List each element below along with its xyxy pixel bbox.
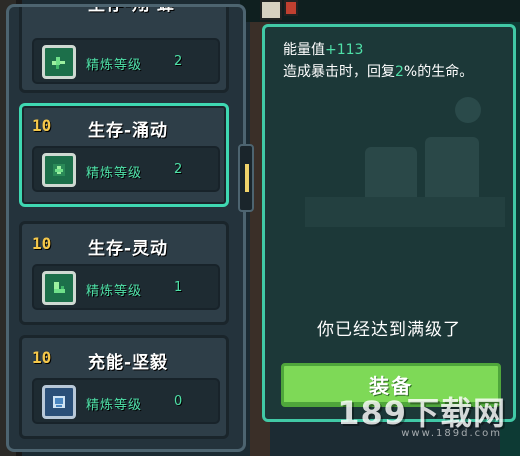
background-decoration xyxy=(305,197,505,227)
stat-value: +113 xyxy=(325,42,364,58)
refine-level: 0 xyxy=(174,394,183,409)
refine-label: 精炼等级 xyxy=(86,284,143,299)
chip-refine-row: 精炼等级 1 xyxy=(32,264,220,310)
chip-detail-panel: 能量值+113 造成暴击时，回复2%的生命。 你已经达到满级了 装备 xyxy=(262,24,516,422)
refine-level: 2 xyxy=(174,54,183,69)
chip-title-row: 10 生存-灵动 xyxy=(22,224,226,264)
leaf-icon xyxy=(42,45,76,79)
background-top xyxy=(240,0,520,22)
chip-card-selected[interactable]: 10 生存-涌动 精炼等级 2 xyxy=(19,103,229,207)
watermark-url: www.189d.com xyxy=(401,428,502,439)
refine-label: 精炼等级 xyxy=(86,58,143,73)
chip-name: 充能-坚毅 xyxy=(88,353,169,373)
chip-card[interactable]: 10 充能-坚毅 精炼等级 0 xyxy=(19,335,229,439)
chip-title-row: 生存-翔 蜂 xyxy=(22,4,226,20)
effect-text-end: %的生命。 xyxy=(403,64,474,80)
shield-icon xyxy=(42,385,76,419)
chip-name: 生存-涌动 xyxy=(88,121,169,141)
chip-level-badge: 10 xyxy=(32,116,52,135)
scrollbar-thumb[interactable] xyxy=(245,164,249,192)
max-level-message: 你已经达到满级了 xyxy=(317,320,461,340)
stat-label: 能量值 xyxy=(283,42,325,58)
chip-refine-row: 精炼等级 2 xyxy=(32,38,220,84)
chip-card[interactable]: 生存-翔 蜂 精炼等级 2 xyxy=(19,4,229,93)
chip-level-badge: 10 xyxy=(32,348,52,367)
effect-text: 造成暴击时，回复 xyxy=(283,64,395,80)
chip-name: 生存-翔 蜂 xyxy=(88,4,175,15)
refine-level: 1 xyxy=(174,280,183,295)
chip-list-panel[interactable]: 生存-翔 蜂 精炼等级 2 10 生存-涌动 精炼等级 2 10 生存-灵动 精… xyxy=(6,4,246,452)
refine-label: 精炼等级 xyxy=(86,166,143,181)
effect-line: 造成暴击时，回复2%的生命。 xyxy=(283,61,509,83)
chip-refine-row: 精炼等级 0 xyxy=(32,378,220,424)
background-decoration xyxy=(455,97,481,123)
chip-card[interactable]: 10 生存-灵动 精炼等级 1 xyxy=(19,221,229,325)
character-sprite xyxy=(284,0,298,16)
stat-line: 能量值+113 xyxy=(283,39,509,61)
refine-label: 精炼等级 xyxy=(86,398,143,413)
chip-refine-row: 精炼等级 2 xyxy=(32,146,220,192)
chip-name: 生存-灵动 xyxy=(88,239,169,259)
character-sprite xyxy=(260,0,282,20)
effect-value: 2 xyxy=(395,64,404,80)
chip-title-row: 10 生存-涌动 xyxy=(22,106,226,146)
chip-description: 能量值+113 造成暴击时，回复2%的生命。 xyxy=(283,39,509,83)
chip-title-row: 10 充能-坚毅 xyxy=(22,338,226,378)
list-scrollbar[interactable] xyxy=(238,144,254,212)
chip-level-badge: 10 xyxy=(32,234,52,253)
sprout-icon xyxy=(42,153,76,187)
boot-icon xyxy=(42,271,76,305)
refine-level: 2 xyxy=(174,162,183,177)
